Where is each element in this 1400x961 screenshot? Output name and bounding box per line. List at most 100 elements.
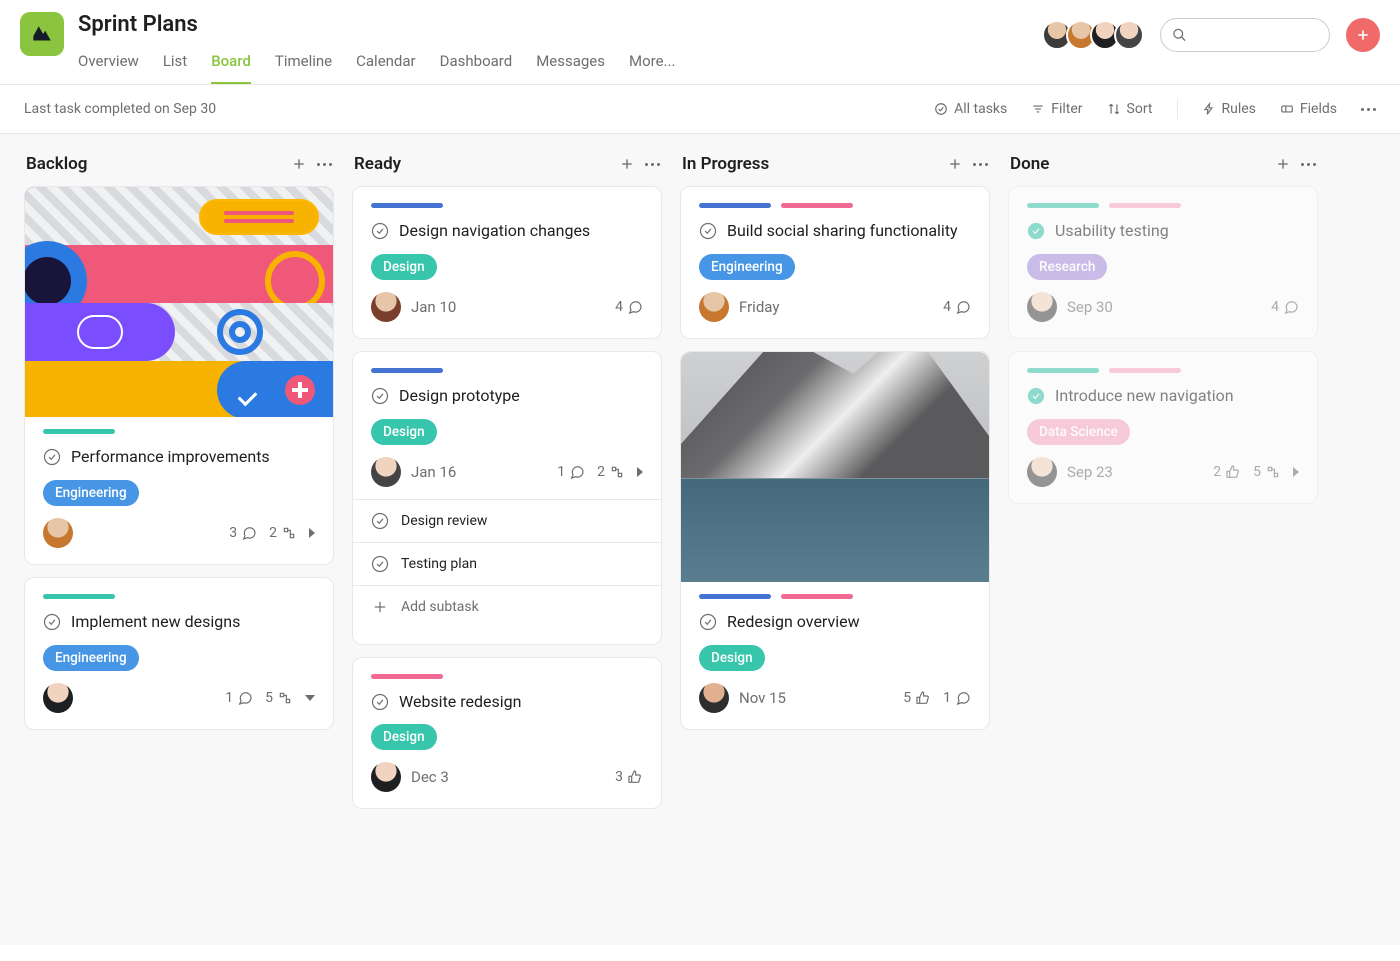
complete-subtask-button[interactable] <box>371 555 389 573</box>
global-add-button[interactable] <box>1346 18 1380 52</box>
comment-count[interactable]: 3 <box>229 525 257 541</box>
tab-messages[interactable]: Messages <box>536 44 605 84</box>
card-tag[interactable]: Design <box>371 419 437 445</box>
tab-calendar[interactable]: Calendar <box>356 44 416 84</box>
column-title[interactable]: Ready <box>354 154 609 174</box>
subtask-count[interactable]: 5 <box>265 690 293 706</box>
due-date[interactable]: Nov 15 <box>739 689 893 707</box>
column-more-button[interactable] <box>645 163 660 166</box>
column-add-button[interactable] <box>947 156 963 172</box>
column-title[interactable]: Backlog <box>26 154 281 174</box>
assignee-avatar[interactable] <box>1027 292 1057 322</box>
expand-subtasks-button[interactable] <box>1293 467 1299 477</box>
card-tag[interactable]: Design <box>371 254 437 280</box>
comment-count[interactable]: 1 <box>225 690 253 706</box>
task-card[interactable]: Design prototypeDesignJan 1612Design rev… <box>352 351 662 645</box>
column-title[interactable]: Done <box>1010 154 1265 174</box>
tab-list[interactable]: List <box>163 44 187 84</box>
assignee-avatar[interactable] <box>1027 457 1057 487</box>
card-tag[interactable]: Engineering <box>699 254 795 280</box>
toolbar-more-button[interactable] <box>1361 108 1376 111</box>
complete-subtask-button[interactable] <box>371 512 389 530</box>
subtask-row[interactable]: Testing plan <box>353 543 661 586</box>
tab-overview[interactable]: Overview <box>78 44 139 84</box>
task-card[interactable]: Performance improvementsEngineering32 <box>24 186 334 565</box>
task-card[interactable]: Build social sharing functionalityEngine… <box>680 186 990 339</box>
complete-task-button[interactable] <box>371 222 389 240</box>
tab-timeline[interactable]: Timeline <box>275 44 332 84</box>
task-card[interactable]: Design navigation changesDesignJan 104 <box>352 186 662 339</box>
comment-count[interactable]: 1 <box>943 690 971 706</box>
comment-count[interactable]: 4 <box>615 299 643 315</box>
like-icon <box>627 769 643 785</box>
like-count[interactable]: 5 <box>903 690 931 706</box>
column-title[interactable]: In Progress <box>682 154 937 174</box>
card-tag[interactable]: Engineering <box>43 645 139 671</box>
column-add-button[interactable] <box>619 156 635 172</box>
comment-count[interactable]: 4 <box>943 299 971 315</box>
complete-task-button[interactable] <box>371 693 389 711</box>
like-count[interactable]: 3 <box>615 769 643 785</box>
like-count[interactable]: 2 <box>1213 464 1241 480</box>
due-date[interactable]: Jan 10 <box>411 298 605 316</box>
rules-button[interactable]: Rules <box>1202 101 1256 117</box>
all-tasks-button[interactable]: All tasks <box>934 101 1007 117</box>
assignee-avatar[interactable] <box>43 683 73 713</box>
due-date[interactable]: Sep 30 <box>1067 298 1261 316</box>
assignee-avatar[interactable] <box>371 457 401 487</box>
column-more-button[interactable] <box>1301 163 1316 166</box>
complete-task-button[interactable] <box>43 613 61 631</box>
column-more-button[interactable] <box>317 163 332 166</box>
add-subtask-button[interactable]: Add subtask <box>353 586 661 628</box>
task-card[interactable]: Usability testingResearchSep 304 <box>1008 186 1318 339</box>
collapse-subtasks-button[interactable] <box>305 695 315 701</box>
due-date[interactable]: Sep 23 <box>1067 463 1203 481</box>
tab-dashboard[interactable]: Dashboard <box>440 44 513 84</box>
tab-more[interactable]: More... <box>629 44 675 84</box>
assignee-avatar[interactable] <box>699 683 729 713</box>
subtask-count[interactable]: 5 <box>1253 464 1281 480</box>
expand-subtasks-button[interactable] <box>637 467 643 477</box>
project-icon[interactable] <box>20 12 64 56</box>
due-date[interactable]: Dec 3 <box>411 768 605 786</box>
member-avatar[interactable] <box>1114 20 1144 50</box>
board: BacklogPerformance improvementsEngineeri… <box>0 134 1400 945</box>
column-add-button[interactable] <box>291 156 307 172</box>
subtask-count[interactable]: 2 <box>597 464 625 480</box>
complete-task-button[interactable] <box>371 387 389 405</box>
complete-task-button[interactable] <box>43 448 61 466</box>
comment-count[interactable]: 4 <box>1271 299 1299 315</box>
card-tag[interactable]: Design <box>371 724 437 750</box>
subtask-row[interactable]: Design review <box>353 500 661 543</box>
project-members[interactable] <box>1042 20 1144 50</box>
due-date[interactable]: Friday <box>739 298 933 316</box>
task-card[interactable]: Introduce new navigationData ScienceSep … <box>1008 351 1318 504</box>
assignee-avatar[interactable] <box>371 292 401 322</box>
task-card[interactable]: Implement new designsEngineering15 <box>24 577 334 730</box>
task-card[interactable]: Redesign overviewDesignNov 1551 <box>680 351 990 730</box>
complete-task-button[interactable] <box>699 222 717 240</box>
column-more-button[interactable] <box>973 163 988 166</box>
expand-subtasks-button[interactable] <box>309 528 315 538</box>
card-tag[interactable]: Design <box>699 645 765 671</box>
project-title[interactable]: Sprint Plans <box>78 12 1028 38</box>
sort-button[interactable]: Sort <box>1107 101 1153 117</box>
tab-board[interactable]: Board <box>211 44 251 84</box>
card-tag[interactable]: Research <box>1027 254 1107 280</box>
card-tag[interactable]: Engineering <box>43 480 139 506</box>
column-add-button[interactable] <box>1275 156 1291 172</box>
complete-task-button[interactable] <box>699 613 717 631</box>
assignee-avatar[interactable] <box>371 762 401 792</box>
task-card[interactable]: Website redesignDesignDec 33 <box>352 657 662 810</box>
filter-button[interactable]: Filter <box>1031 101 1082 117</box>
complete-task-button[interactable] <box>1027 387 1045 405</box>
like-icon <box>1225 464 1241 480</box>
due-date[interactable]: Jan 16 <box>411 463 547 481</box>
assignee-avatar[interactable] <box>699 292 729 322</box>
card-tag[interactable]: Data Science <box>1027 419 1130 445</box>
comment-count[interactable]: 1 <box>557 464 585 480</box>
assignee-avatar[interactable] <box>43 518 73 548</box>
complete-task-button[interactable] <box>1027 222 1045 240</box>
fields-button[interactable]: Fields <box>1280 101 1337 117</box>
subtask-count[interactable]: 2 <box>269 525 297 541</box>
